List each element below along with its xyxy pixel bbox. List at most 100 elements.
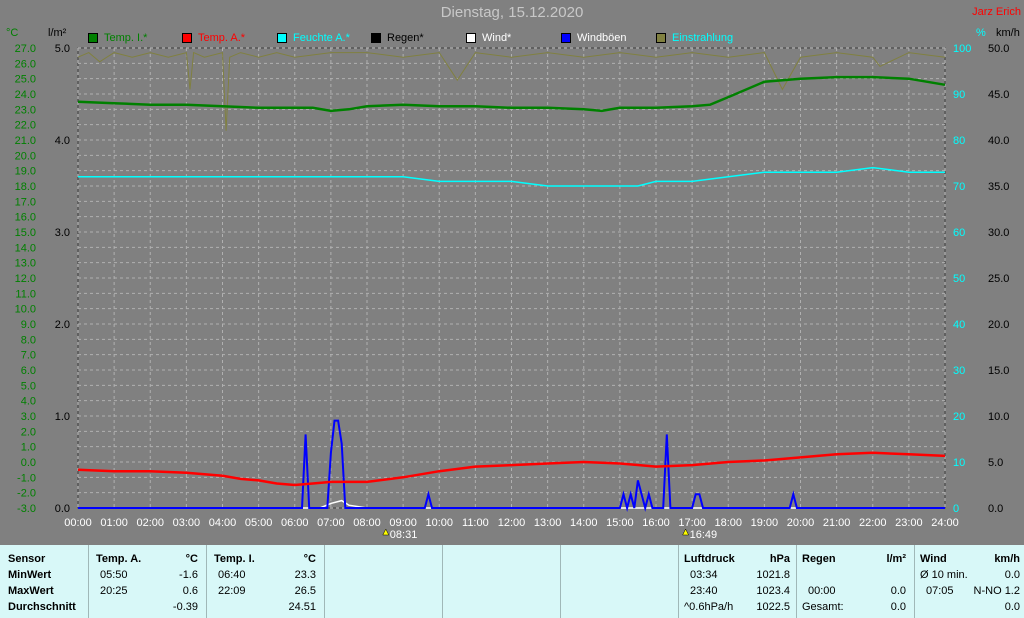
legend-swatch: [88, 33, 98, 43]
legend-label: Einstrahlung: [672, 32, 734, 44]
wind-tick-label: 25.0: [988, 273, 1009, 285]
x-tick-label: 10:00: [425, 517, 453, 529]
x-tick-label: 01:00: [100, 517, 128, 529]
temp-tick-label: 0.0: [21, 457, 36, 469]
x-tick-label: 13:00: [534, 517, 562, 529]
temp-tick-label: 16.0: [15, 212, 36, 224]
x-tick-label: 24:00: [931, 517, 959, 529]
humidity-tick-label: 60: [953, 227, 965, 239]
wind-tick-label: 50.0: [988, 43, 1009, 55]
wind-other-value: 0.0: [1004, 601, 1020, 613]
humidity-tick-label: 100: [953, 43, 971, 55]
temp-tick-label: 26.0: [15, 58, 36, 70]
temp-tick-label: 1.0: [21, 442, 36, 454]
temp-tick-label: 14.0: [15, 242, 36, 254]
legend-label: Temp. I.*: [104, 32, 148, 44]
rain-tick-label: 2.0: [55, 319, 70, 331]
x-tick-label: 17:00: [678, 517, 706, 529]
temp-i-min-time: 06:40: [218, 569, 246, 581]
temp-tick-label: 25.0: [15, 74, 36, 86]
temp-tick-label: 18.0: [15, 181, 36, 193]
x-tick-label: 20:00: [787, 517, 815, 529]
wind-max-value: N-NO 1.2: [973, 585, 1020, 597]
legend-item-humidity: Feuchte A.*: [277, 32, 350, 44]
temp-tick-label: 24.0: [15, 89, 36, 101]
wind-avg-label: Ø 10 min.: [920, 569, 968, 581]
legend-swatch: [371, 33, 381, 43]
sun-icon: [682, 528, 690, 536]
wind-max-time: 07:05: [926, 585, 954, 597]
temp-a-unit: °C: [185, 553, 198, 565]
pressure-min-time: 03:34: [690, 569, 718, 581]
wind-tick-label: 5.0: [988, 457, 1003, 469]
temp-tick-label: 4.0: [21, 396, 36, 408]
min-row-label: MinWert: [8, 569, 52, 581]
x-tick-label: 19:00: [751, 517, 779, 529]
x-tick-label: 12:00: [498, 517, 526, 529]
temp-tick-label: 21.0: [15, 135, 36, 147]
wind-tick-label: 45.0: [988, 89, 1009, 101]
wind-tick-label: 35.0: [988, 181, 1009, 193]
wind-tick-label: 0.0: [988, 503, 1003, 515]
x-tick-label: 16:00: [642, 517, 670, 529]
rain-tick-label: 0.0: [55, 503, 70, 515]
wind-tick-label: 30.0: [988, 227, 1009, 239]
table-divider: [88, 545, 89, 618]
legend-swatch: [561, 33, 571, 43]
x-tick-label: 04:00: [209, 517, 237, 529]
table-divider: [796, 545, 797, 618]
legend-swatch: [182, 33, 192, 43]
wind-avg-value: 0.0: [1004, 569, 1020, 581]
pressure-max-value: 1023.4: [756, 585, 790, 597]
temp-i-max-value: 26.5: [294, 585, 316, 597]
table-divider: [324, 545, 325, 618]
temp-tick-label: 11.0: [15, 288, 36, 300]
temp-a-avg-value: -0.39: [172, 601, 198, 613]
temp-tick-label: 19.0: [15, 166, 36, 178]
legend-label: Regen*: [387, 32, 424, 44]
humidity-tick-label: 70: [953, 181, 965, 193]
humidity-tick-label: 20: [953, 411, 965, 423]
rain-max-time: 00:00: [808, 585, 836, 597]
humidity-tick-label: 10: [953, 457, 965, 469]
pressure-avg-value: 1022.5: [756, 601, 790, 613]
rain-unit-label: l/m²: [48, 27, 67, 39]
rain-total-label: Gesamt:: [802, 601, 844, 613]
rain-max-value: 0.0: [890, 585, 906, 597]
temp-tick-label: 3.0: [21, 411, 36, 423]
temp-i-unit: °C: [303, 553, 316, 565]
max-row-label: MaxWert: [8, 585, 54, 597]
temp-tick-label: -1.0: [17, 472, 36, 484]
x-tick-label: 09:00: [389, 517, 417, 529]
temp-tick-label: 5.0: [21, 380, 36, 392]
x-tick-label: 08:00: [353, 517, 381, 529]
x-tick-label: 00:00: [64, 517, 92, 529]
humidity-tick-label: 40: [953, 319, 965, 331]
legend-item-radiation: Einstrahlung: [656, 32, 733, 44]
legend-label: Wind*: [482, 32, 512, 44]
temp-a-max-value: 0.6: [182, 585, 198, 597]
wind-tick-label: 40.0: [988, 135, 1009, 147]
legend-swatch: [466, 33, 476, 43]
x-tick-label: 21:00: [823, 517, 851, 529]
temp-unit-label: °C: [6, 27, 19, 39]
temp-tick-label: 9.0: [21, 319, 36, 331]
x-tick-label: 11:00: [462, 517, 489, 529]
temp-tick-label: 10.0: [15, 304, 36, 316]
table-divider: [560, 545, 561, 618]
legend-item-temp-i: Temp. I.*: [88, 32, 147, 44]
table-divider: [206, 545, 207, 618]
x-tick-label: 06:00: [281, 517, 309, 529]
rain-unit: l/m²: [886, 553, 906, 565]
x-tick-label: 14:00: [570, 517, 598, 529]
rain-total-value: 0.0: [890, 601, 906, 613]
sun-event-label: 08:31: [390, 529, 418, 541]
temp-tick-label: 2.0: [21, 426, 36, 438]
table-divider: [678, 545, 679, 618]
x-tick-label: 07:00: [317, 517, 345, 529]
wind-tick-label: 10.0: [988, 411, 1009, 423]
table-divider: [914, 545, 915, 618]
wind-tick-label: 15.0: [988, 365, 1009, 377]
x-tick-label: 23:00: [895, 517, 923, 529]
x-tick-label: 15:00: [606, 517, 634, 529]
